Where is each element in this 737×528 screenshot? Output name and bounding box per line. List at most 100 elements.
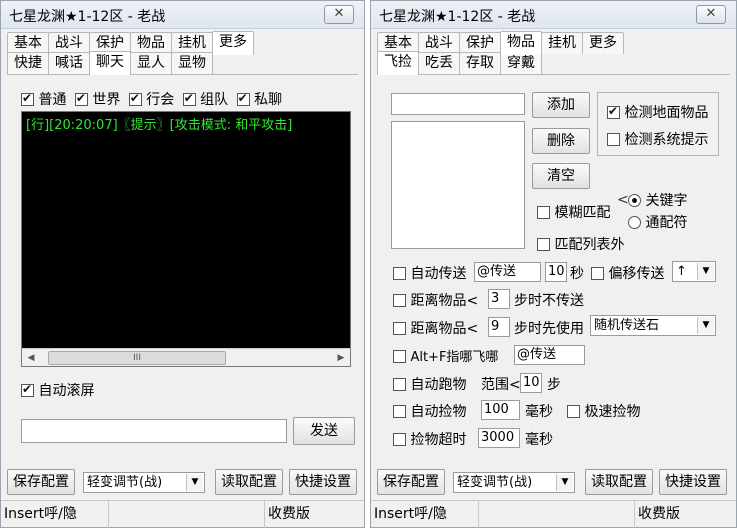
channel-private-checkbox[interactable] [236,91,250,106]
wildcard-radio[interactable] [628,216,641,229]
window-title: 七星龙渊★1-12区 - 老战 [9,9,166,25]
tab-show-players[interactable]: 显人 [130,52,172,74]
tab-shout[interactable]: 喊话 [48,52,90,74]
distance-input-2[interactable]: 9 [488,317,510,337]
pick-timeout-checkbox[interactable] [393,433,406,446]
fuzzy-match-label: 模糊匹配 [554,205,611,221]
tab-combat[interactable]: 战斗 [418,32,460,54]
clear-button[interactable]: 清空 [532,163,590,189]
read-config-button[interactable]: 读取配置 [585,469,653,495]
altf-command-input[interactable]: @传送 [514,345,585,365]
distance-label-2: 距离物品< [410,321,479,337]
mode-select[interactable]: 轻变调节(战) ▼ [453,472,575,493]
chat-log[interactable]: [行][20:20:07]〖提示〗[攻击模式: 和平攻击] ◀ III ▶ [21,111,351,367]
pick-interval-input[interactable]: 100 [481,400,520,420]
mode-select[interactable]: 轻变调节(战) ▼ [83,472,205,493]
message-input[interactable] [21,419,287,443]
tab-more[interactable]: 更多 [582,32,624,54]
fast-pick-label: 极速捡物 [584,404,641,420]
fuzzy-match-checkbox[interactable] [537,206,550,219]
auto-pick-checkbox[interactable] [393,405,406,418]
close-button[interactable]: ✕ [324,5,354,24]
range-label: 范围< [481,377,521,393]
bracket: < [617,192,629,208]
distance-input-1[interactable]: 3 [488,289,510,309]
tab-more[interactable]: 更多 [212,31,254,55]
match-outside-checkbox[interactable] [537,238,550,251]
channel-team-checkbox[interactable] [182,91,196,106]
scroll-left-icon[interactable]: ◀ [24,351,38,365]
horizontal-scrollbar[interactable]: ◀ III ▶ [22,348,350,366]
tab-items[interactable]: 物品 [500,31,542,55]
send-button[interactable]: 发送 [293,417,355,445]
status-empty [479,501,635,528]
range-unit: 步 [547,377,561,393]
pick-timeout-label: 捡物超时 [410,432,467,448]
tab-eat-drop[interactable]: 吃丢 [418,52,460,74]
read-config-button[interactable]: 读取配置 [215,469,283,495]
tab-idle[interactable]: 挂机 [541,32,583,54]
item-list[interactable] [391,121,525,249]
detect-ground-label: 检测地面物品 [624,105,709,121]
tab-combat[interactable]: 战斗 [48,32,90,54]
offset-direction-select[interactable]: ↑ ▼ [672,261,716,282]
auto-teleport-input[interactable]: @传送 [474,262,541,282]
offset-direction-value: ↑ [676,264,687,279]
distance-label-1: 距离物品< [410,293,479,309]
tab-items[interactable]: 物品 [130,32,172,54]
channel-normal-checkbox[interactable] [21,91,34,106]
tab-wear[interactable]: 穿戴 [500,52,542,74]
tab-protect[interactable]: 保护 [459,32,501,54]
item-name-input[interactable] [391,93,525,115]
auto-pick-label: 自动捡物 [410,404,467,420]
chevron-down-icon: ▼ [186,474,203,491]
range-input[interactable]: 10 [520,373,542,393]
auto-scroll-label: 自动滚屏 [38,383,95,399]
teleport-item-value: 随机传送石 [594,318,660,333]
add-button[interactable]: 添加 [532,92,590,118]
auto-scroll-checkbox[interactable] [21,382,34,397]
auto-teleport-checkbox[interactable] [393,267,406,280]
auto-teleport-label: 自动传送 [410,266,467,282]
tab-shortcut[interactable]: 快捷 [7,52,49,74]
altf-fly-checkbox[interactable] [393,350,406,363]
channel-guild-checkbox[interactable] [128,91,142,106]
right-window: 七星龙渊★1-12区 - 老战 ✕ 基本 战斗 保护 物品 挂机 更多 飞捡 吃… [370,0,737,528]
tab-fly-pick[interactable]: 飞捡 [377,51,419,75]
save-config-button[interactable]: 保存配置 [377,469,445,495]
detect-system-checkbox[interactable] [607,133,620,146]
teleport-item-select[interactable]: 随机传送石 ▼ [590,315,716,336]
save-config-button[interactable]: 保存配置 [7,469,75,495]
channel-normal-label: 普通 [38,92,67,108]
delete-button[interactable]: 删除 [532,128,590,154]
pick-timeout-input[interactable]: 3000 [478,428,520,448]
offset-teleport-checkbox[interactable] [591,267,604,280]
chevron-down-icon: ▼ [697,317,714,334]
auto-run-checkbox[interactable] [393,378,406,391]
seconds-input[interactable]: 10 [545,262,567,282]
keyword-radio[interactable] [628,194,641,207]
ms-unit-1: 毫秒 [525,404,553,420]
window-title: 七星龙渊★1-12区 - 老战 [379,9,536,25]
close-button[interactable]: ✕ [696,5,726,24]
scroll-right-icon[interactable]: ▶ [334,351,348,365]
title-bar: 七星龙渊★1-12区 - 老战 ✕ [371,1,736,29]
distance-use-item-checkbox[interactable] [393,322,406,335]
tab-idle[interactable]: 挂机 [171,32,213,54]
chevron-down-icon: ▼ [697,263,714,280]
fast-pick-checkbox[interactable] [567,405,580,418]
match-outside-label: 匹配列表外 [554,237,625,253]
charge-version: 收费版 [268,506,310,522]
tab-store-fetch[interactable]: 存取 [459,52,501,74]
shortcut-settings-button[interactable]: 快捷设置 [289,469,357,495]
channel-world-checkbox[interactable] [74,91,88,106]
scroll-thumb[interactable]: III [48,351,226,365]
shortcut-settings-button[interactable]: 快捷设置 [659,469,727,495]
tab-chat[interactable]: 聊天 [89,51,131,75]
tab-show-items[interactable]: 显物 [171,52,213,74]
chat-line: [行][20:20:07]〖提示〗[攻击模式: 和平攻击] [26,118,293,133]
detect-ground-checkbox[interactable] [607,104,620,119]
tab-basic[interactable]: 基本 [7,32,49,54]
title-bar: 七星龙渊★1-12区 - 老战 ✕ [1,1,364,29]
distance-no-teleport-checkbox[interactable] [393,294,406,307]
